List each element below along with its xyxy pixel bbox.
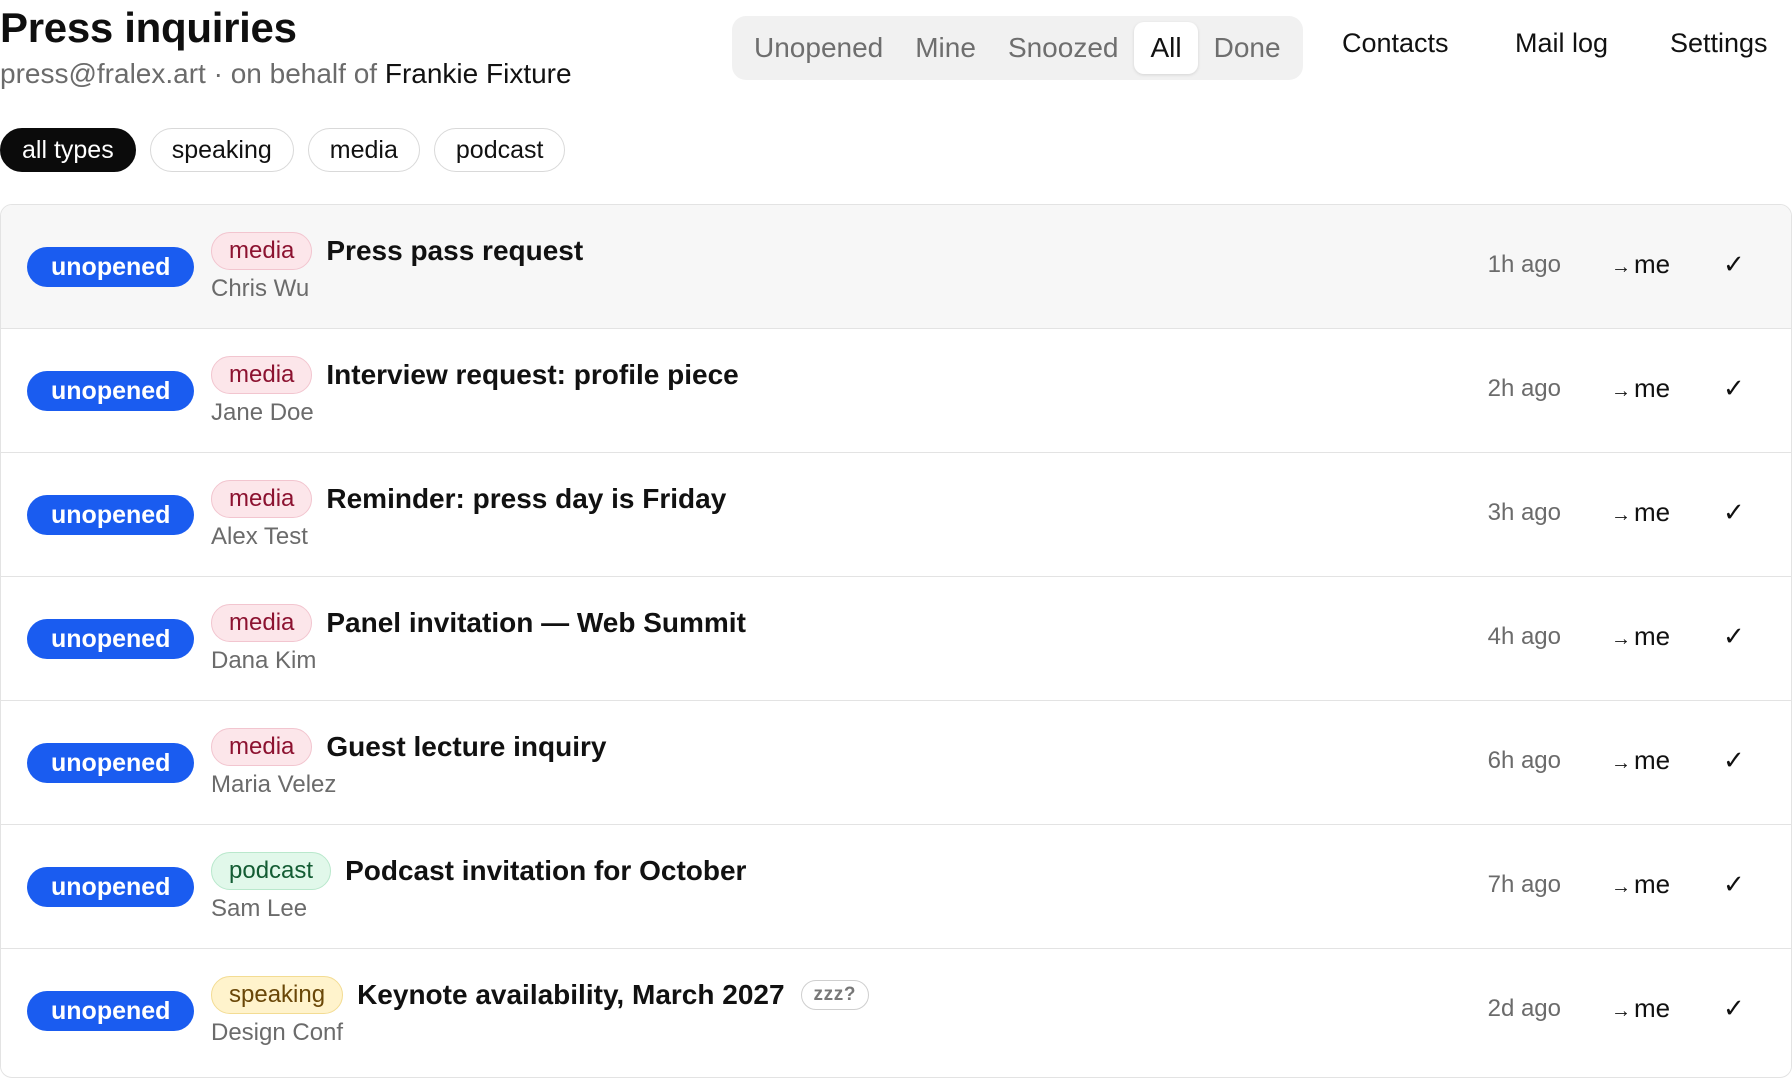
tab-done[interactable]: Done [1198, 22, 1297, 74]
inquiry-list: unopened media Press pass request Chris … [0, 204, 1792, 1078]
inquiry-sender: Dana Kim [211, 647, 317, 674]
tab-snoozed[interactable]: Snoozed [992, 22, 1135, 74]
mark-done-check-icon[interactable]: ✓ [1723, 993, 1745, 1024]
nav-settings-link[interactable]: Settings [1670, 28, 1768, 59]
type-tag: media [211, 728, 313, 766]
type-filters: all types speaking media podcast [0, 128, 566, 172]
assign-to-me-button[interactable]: → me [1611, 993, 1670, 1024]
inquiry-main: media Press pass request Chris Wu [211, 231, 583, 303]
inquiry-time: 6h ago [1487, 747, 1561, 774]
mark-done-check-icon[interactable]: ✓ [1723, 621, 1745, 652]
inquiry-time: 4h ago [1487, 623, 1561, 650]
mailbox-subtitle: press@fralex.art · on behalf of Frankie … [0, 58, 572, 90]
inquiry-row[interactable]: unopened media Interview request: profil… [1, 329, 1791, 453]
status-badge: unopened [27, 991, 195, 1031]
arrow-right-icon: → [1611, 256, 1631, 278]
assign-label: me [1634, 745, 1671, 775]
inquiry-sender: Chris Wu [211, 275, 310, 302]
filter-media[interactable]: media [307, 128, 420, 172]
assign-to-me-button[interactable]: → me [1611, 869, 1670, 900]
assign-label: me [1634, 621, 1671, 651]
inquiry-row[interactable]: unopened media Panel invitation — Web Su… [1, 577, 1791, 701]
inquiry-row[interactable]: unopened media Reminder: press day is Fr… [1, 453, 1791, 577]
filter-speaking[interactable]: speaking [149, 128, 294, 172]
status-badge: unopened [27, 743, 195, 783]
page-header: Press inquiries press@fralex.art · on be… [0, 0, 1792, 120]
inquiry-subject: Panel invitation — Web Summit [326, 607, 746, 638]
mark-done-check-icon[interactable]: ✓ [1723, 249, 1745, 280]
inquiry-time: 2h ago [1487, 375, 1561, 402]
assign-to-me-button[interactable]: → me [1611, 621, 1670, 652]
type-tag: media [211, 604, 313, 642]
assign-to-me-button[interactable]: → me [1611, 373, 1670, 404]
inquiry-main: podcast Podcast invitation for October S… [211, 851, 746, 923]
assign-label: me [1634, 497, 1671, 527]
arrow-right-icon: → [1611, 1000, 1631, 1022]
type-tag: media [211, 232, 313, 270]
assign-label: me [1634, 993, 1671, 1023]
type-tag: speaking [211, 976, 344, 1014]
status-badge: unopened [27, 867, 195, 907]
inquiry-subject: Guest lecture inquiry [326, 731, 607, 762]
inquiry-sender: Maria Velez [211, 771, 337, 798]
arrow-right-icon: → [1611, 504, 1631, 526]
mailbox-email: press@fralex.art [0, 58, 206, 89]
status-badge: unopened [27, 495, 195, 535]
page-title: Press inquiries [0, 4, 297, 51]
inquiry-time: 2d ago [1487, 995, 1561, 1022]
assign-to-me-button[interactable]: → me [1611, 745, 1670, 776]
inquiry-main: media Reminder: press day is Friday Alex… [211, 479, 726, 551]
on-behalf-separator: · on behalf of [205, 58, 385, 89]
on-behalf-name: Frankie Fixture [384, 58, 572, 89]
arrow-right-icon: → [1611, 380, 1631, 402]
inquiry-subject: Keynote availability, March 2027 [357, 979, 785, 1010]
inquiry-sender: Design Conf [211, 1019, 344, 1046]
assign-label: me [1634, 249, 1671, 279]
inquiry-row[interactable]: unopened media Press pass request Chris … [1, 205, 1791, 329]
arrow-right-icon: → [1611, 876, 1631, 898]
filter-all-types[interactable]: all types [0, 128, 136, 172]
view-tabs: Unopened Mine Snoozed All Done [732, 16, 1303, 80]
arrow-right-icon: → [1611, 628, 1631, 650]
nav-mail-log-link[interactable]: Mail log [1515, 28, 1608, 59]
inquiry-subject: Press pass request [326, 235, 584, 266]
inquiry-time: 1h ago [1487, 251, 1561, 278]
tab-mine[interactable]: Mine [899, 22, 992, 74]
mark-done-check-icon[interactable]: ✓ [1723, 373, 1745, 404]
inquiry-subject: Interview request: profile piece [326, 359, 739, 390]
inquiry-sender: Alex Test [211, 523, 308, 550]
status-badge: unopened [27, 619, 195, 659]
tab-all[interactable]: All [1134, 22, 1198, 74]
type-tag: media [211, 356, 313, 394]
type-tag: podcast [211, 852, 332, 890]
arrow-right-icon: → [1611, 752, 1631, 774]
inquiry-time: 7h ago [1487, 871, 1561, 898]
inquiry-subject: Podcast invitation for October [345, 855, 747, 886]
type-tag: media [211, 480, 313, 518]
inquiry-main: media Panel invitation — Web Summit Dana… [211, 603, 746, 675]
mark-done-check-icon[interactable]: ✓ [1723, 869, 1745, 900]
mark-done-check-icon[interactable]: ✓ [1723, 745, 1745, 776]
snooze-suggestion-badge[interactable]: zzz? [800, 980, 870, 1010]
inquiry-main: media Guest lecture inquiry Maria Velez [211, 727, 606, 799]
inquiry-main: media Interview request: profile piece J… [211, 355, 739, 427]
inquiry-sender: Jane Doe [211, 399, 314, 426]
assign-label: me [1634, 373, 1671, 403]
assign-to-me-button[interactable]: → me [1611, 249, 1670, 280]
status-badge: unopened [27, 247, 195, 287]
mark-done-check-icon[interactable]: ✓ [1723, 497, 1745, 528]
filter-podcast[interactable]: podcast [433, 128, 566, 172]
assign-label: me [1634, 869, 1671, 899]
inquiry-row[interactable]: unopened speaking Keynote availability, … [1, 949, 1791, 1073]
inquiry-row[interactable]: unopened media Guest lecture inquiry Mar… [1, 701, 1791, 825]
inquiry-subject: Reminder: press day is Friday [326, 483, 727, 514]
status-badge: unopened [27, 371, 195, 411]
assign-to-me-button[interactable]: → me [1611, 497, 1670, 528]
inquiry-row[interactable]: unopened podcast Podcast invitation for … [1, 825, 1791, 949]
nav-contacts-link[interactable]: Contacts [1342, 28, 1449, 59]
tab-unopened[interactable]: Unopened [738, 22, 899, 74]
inquiry-time: 3h ago [1487, 499, 1561, 526]
inquiry-sender: Sam Lee [211, 895, 308, 922]
inquiry-main: speaking Keynote availability, March 202… [211, 975, 870, 1047]
